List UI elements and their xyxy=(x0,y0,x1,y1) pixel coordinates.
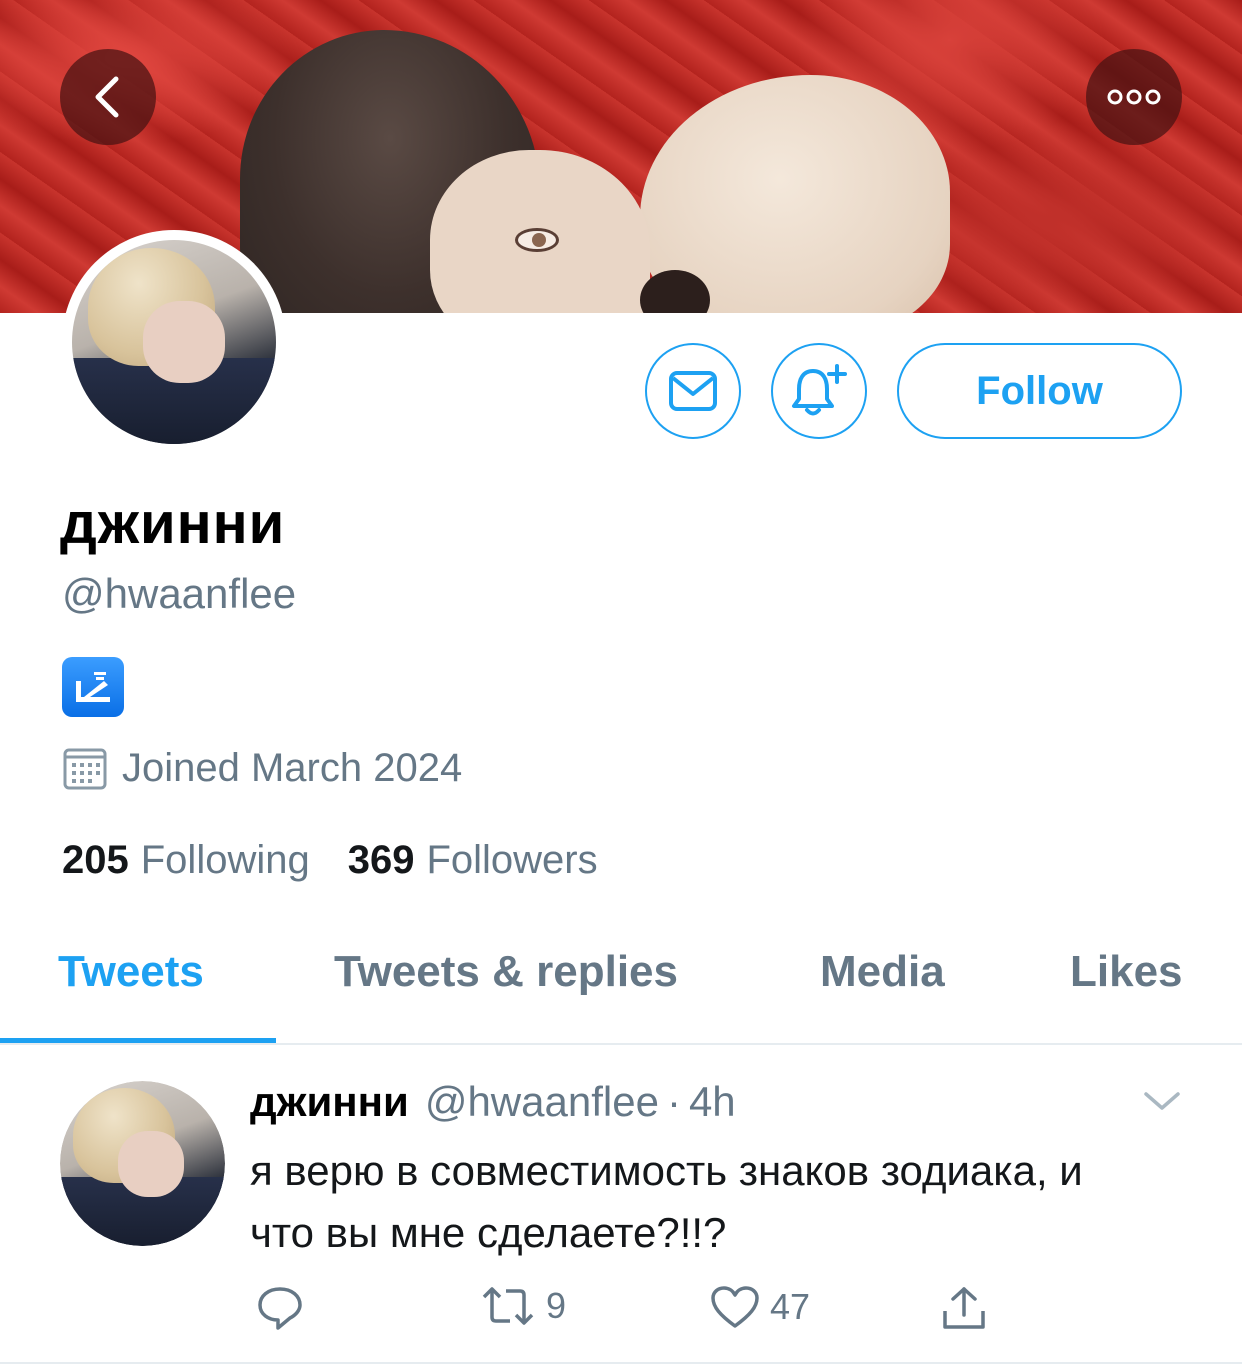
following-label[interactable]: Following xyxy=(141,838,310,883)
tab-tweets[interactable]: Tweets xyxy=(58,947,204,997)
more-options-button[interactable] xyxy=(1086,49,1182,145)
tweet-menu-button[interactable] xyxy=(1142,1088,1182,1119)
follow-button[interactable]: Follow xyxy=(897,343,1182,439)
follow-stats: 205 Following 369 Followers xyxy=(62,838,598,883)
tab-media[interactable]: Media xyxy=(820,947,945,997)
profile-tabs: Tweets Tweets & replies Media Likes xyxy=(0,925,1242,1045)
envelope-icon xyxy=(669,371,717,411)
like-count: 47 xyxy=(770,1286,811,1327)
reply-button[interactable] xyxy=(256,1285,304,1331)
avatar-image xyxy=(60,1081,225,1246)
share-icon xyxy=(943,1287,985,1329)
avatar-image xyxy=(72,240,276,444)
share-button[interactable] xyxy=(940,1285,988,1331)
message-button[interactable] xyxy=(645,343,741,439)
more-icon xyxy=(1107,89,1161,105)
retweet-count: 9 xyxy=(546,1285,567,1326)
retweet-button[interactable]: 9 xyxy=(480,1285,566,1327)
heart-icon xyxy=(711,1286,759,1328)
chevron-left-icon xyxy=(95,76,119,118)
tweet-text: я верю в совместимость знаков зодиака, и… xyxy=(250,1147,1083,1256)
notifications-button[interactable] xyxy=(771,343,867,439)
bell-plus-icon xyxy=(792,364,847,416)
banner-art-eye xyxy=(515,228,559,252)
retweet-icon xyxy=(482,1287,534,1325)
mailbox-emoji-icon xyxy=(62,657,124,717)
chevron-down-icon xyxy=(1144,1092,1180,1110)
joined-date: Joined March 2024 xyxy=(62,745,462,791)
like-button[interactable]: 47 xyxy=(710,1285,810,1329)
followers-label[interactable]: Followers xyxy=(426,838,597,883)
tab-likes[interactable]: Likes xyxy=(1070,947,1183,997)
tab-tweets-and-replies[interactable]: Tweets & replies xyxy=(334,947,678,997)
followers-count[interactable]: 369 xyxy=(348,838,415,883)
calendar-icon xyxy=(63,748,107,790)
tweet-header: джинни @hwaanflee · 4h xyxy=(250,1078,736,1126)
tweet-separator: · xyxy=(666,1078,681,1125)
back-button[interactable] xyxy=(60,49,156,145)
reply-icon xyxy=(258,1287,302,1330)
divider xyxy=(0,1043,1242,1045)
tweet-author-handle[interactable]: @hwaanflee xyxy=(425,1078,659,1126)
tweet-time[interactable]: 4h xyxy=(689,1078,736,1126)
joined-text: Joined March 2024 xyxy=(122,745,463,790)
tweet-author-name[interactable]: джинни xyxy=(250,1078,409,1126)
following-count[interactable]: 205 xyxy=(62,838,129,883)
tweet-avatar[interactable] xyxy=(60,1081,225,1246)
profile-handle: @hwaanflee xyxy=(62,570,297,617)
profile-display-name: джинни xyxy=(60,491,286,556)
profile-avatar[interactable] xyxy=(62,230,286,454)
